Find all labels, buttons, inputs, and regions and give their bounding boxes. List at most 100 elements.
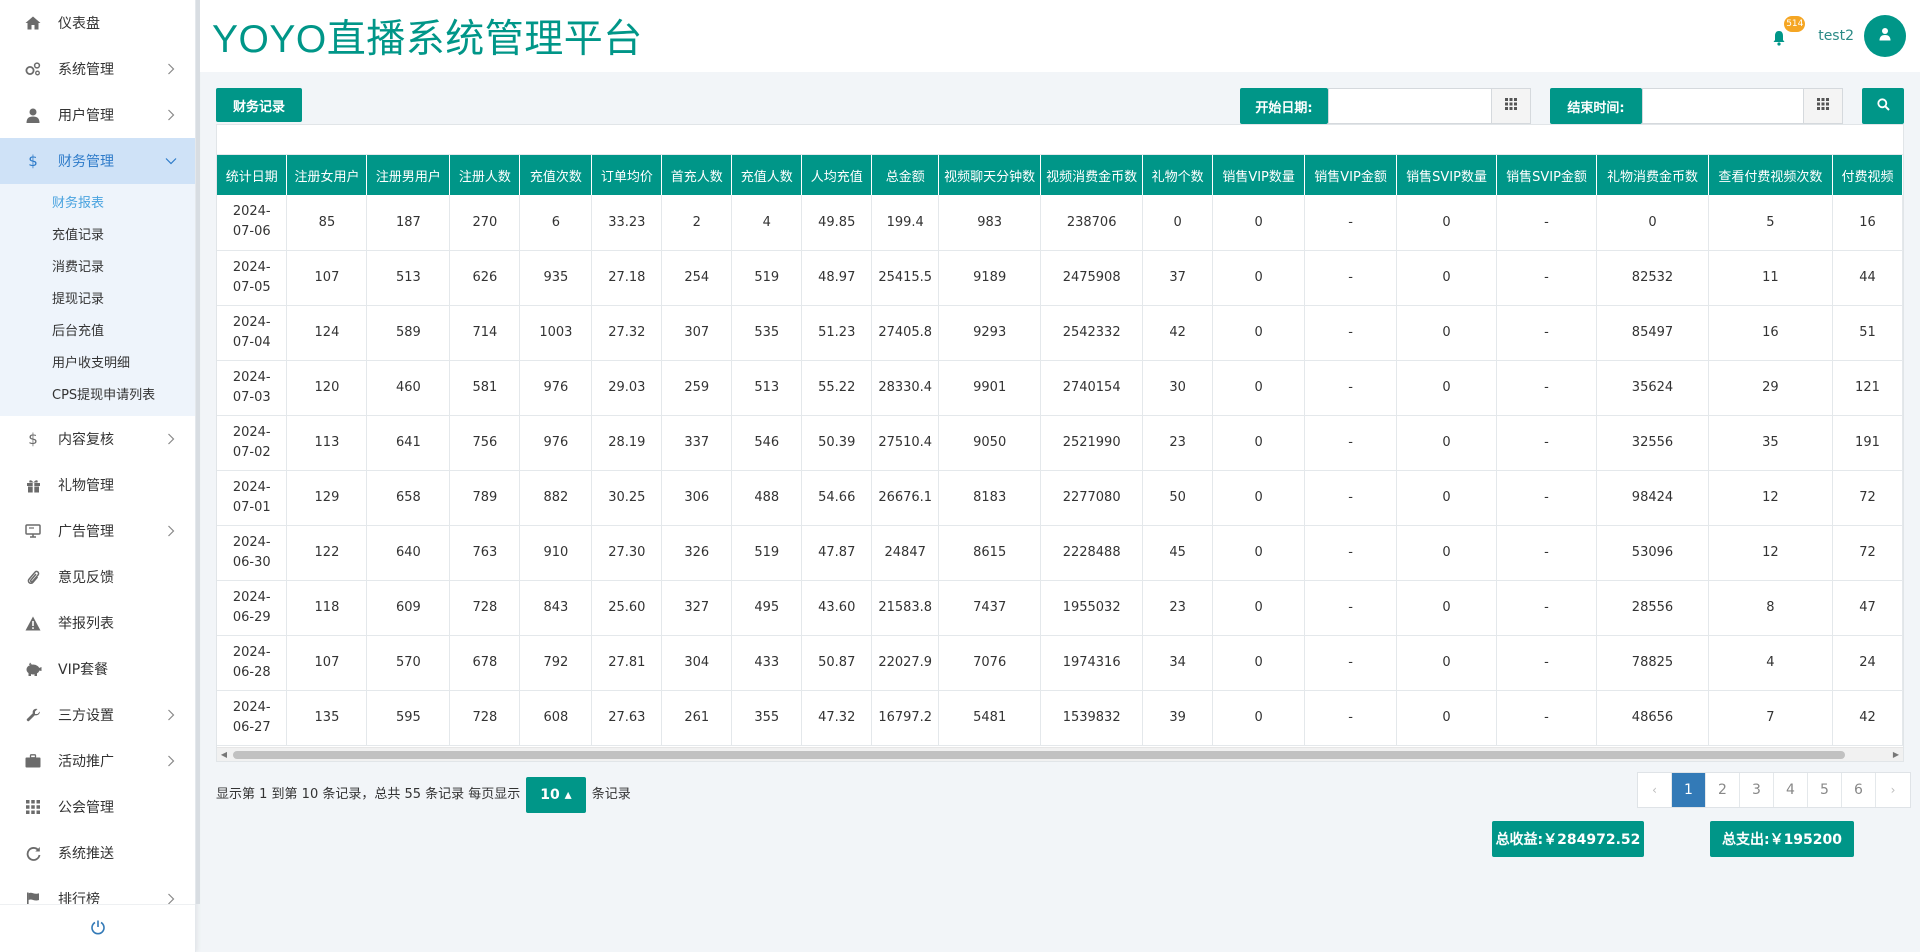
sidebar-subitem-4[interactable]: 后台充值 — [0, 316, 195, 348]
page-button[interactable]: 3 — [1740, 773, 1774, 807]
table-horizontal-scrollbar[interactable]: ◀ ▶ — [217, 747, 1903, 761]
sidebar-item-8[interactable]: 举报列表 — [0, 600, 195, 646]
table-cell: 24 — [1832, 635, 1903, 691]
table-cell: 2 — [661, 195, 733, 251]
end-date-input[interactable] — [1642, 88, 1804, 124]
table-cell: 259 — [661, 360, 733, 416]
column-header[interactable]: 充值人数 — [731, 155, 803, 195]
page-button[interactable]: 2 — [1706, 773, 1740, 807]
sidebar-item-12[interactable]: 公会管理 — [0, 784, 195, 830]
table-cell: 2740154 — [1040, 360, 1144, 416]
column-header[interactable]: 注册男用户 — [366, 155, 451, 195]
sidebar-item-3[interactable]: $ 财务管理 — [0, 138, 195, 184]
total-income-button[interactable]: 总收益:￥284972.52 — [1492, 821, 1644, 857]
table-cell: 33.23 — [591, 195, 663, 251]
sidebar-subitem-5[interactable]: 用户收支明细 — [0, 348, 195, 380]
username[interactable]: test2 — [1818, 28, 1854, 44]
column-header[interactable]: 礼物个数 — [1142, 155, 1214, 195]
sidebar-subitem-3[interactable]: 提现记录 — [0, 284, 195, 316]
column-header[interactable]: 人均充值 — [801, 155, 873, 195]
column-header[interactable]: 注册女用户 — [286, 155, 368, 195]
page-size-dropdown[interactable]: 10 ▴ — [526, 777, 586, 813]
sidebar-item-4[interactable]: $ 内容复核 — [0, 416, 195, 462]
page-button[interactable]: 4 — [1774, 773, 1808, 807]
sidebar-item-9[interactable]: VIP套餐 — [0, 646, 195, 692]
table-cell: 789 — [449, 470, 521, 526]
sidebar-item-label: 活动推广 — [58, 754, 114, 770]
table-cell: 8183 — [938, 470, 1042, 526]
column-header[interactable]: 视频聊天分钟数 — [938, 155, 1042, 195]
column-header[interactable]: 订单均价 — [591, 155, 663, 195]
table-cell: 546 — [731, 415, 803, 471]
column-header[interactable]: 视频消费金币数 — [1040, 155, 1144, 195]
sidebar-subitem-1[interactable]: 充值记录 — [0, 220, 195, 252]
sidebar-item-5[interactable]: 礼物管理 — [0, 462, 195, 508]
table-cell: 792 — [519, 635, 593, 691]
table-cell: 0 — [1396, 525, 1498, 581]
column-header[interactable]: 首充人数 — [661, 155, 733, 195]
next-page-button[interactable]: › — [1876, 773, 1910, 807]
table-cell: 28.19 — [591, 415, 663, 471]
sidebar-item-7[interactable]: 意见反馈 — [0, 554, 195, 600]
chevron-right-icon — [165, 709, 177, 721]
sidebar-item-0[interactable]: 仪表盘 — [0, 0, 195, 46]
table-cell: 728 — [449, 690, 521, 746]
finance-records-button[interactable]: 财务记录 — [216, 88, 302, 122]
sidebar-subitem-2[interactable]: 消费记录 — [0, 252, 195, 284]
scrollbar-thumb[interactable] — [233, 751, 1845, 759]
search-icon — [1876, 98, 1890, 114]
notification-bell[interactable]: 514 — [1772, 16, 1806, 46]
column-header[interactable]: 注册人数 — [449, 155, 521, 195]
search-button[interactable] — [1862, 88, 1904, 124]
sidebar-item-11[interactable]: 活动推广 — [0, 738, 195, 784]
start-date-input[interactable] — [1328, 88, 1492, 124]
sidebar-item-2[interactable]: 用户管理 — [0, 92, 195, 138]
table-cell: 626 — [449, 250, 521, 306]
prev-page-button[interactable]: ‹ — [1638, 773, 1672, 807]
sidebar-item-13[interactable]: 系统推送 — [0, 830, 195, 876]
sidebar-scrollbar[interactable] — [196, 0, 200, 904]
total-expense-button[interactable]: 总支出:￥195200 — [1710, 821, 1854, 857]
table-cell: 55.22 — [801, 360, 873, 416]
start-date-calendar-button[interactable] — [1491, 88, 1531, 124]
column-header[interactable]: 销售VIP金额 — [1304, 155, 1398, 195]
table-cell: 2024-07-05 — [217, 250, 288, 306]
column-header[interactable]: 查看付费视频次数 — [1708, 155, 1833, 195]
table-cell: 535 — [731, 305, 803, 361]
table-cell: 118 — [286, 580, 368, 636]
table-cell: 0 — [1212, 415, 1306, 471]
sidebar-subitem-0[interactable]: 财务报表 — [0, 188, 195, 220]
column-header[interactable]: 付费视频 — [1832, 155, 1903, 195]
sidebar-item-10[interactable]: 三方设置 — [0, 692, 195, 738]
sidebar-menu: 仪表盘 系统管理 用户管理 $ 财务管理 财务报表 充值记录 消费记录 提现记录 后台充值 用户收支… — [0, 0, 195, 922]
column-header[interactable]: 充值次数 — [519, 155, 593, 195]
column-header[interactable]: 销售SVIP数量 — [1396, 155, 1498, 195]
table-cell: 756 — [449, 415, 521, 471]
table-cell: 0 — [1212, 525, 1306, 581]
table-cell: 0 — [1396, 470, 1498, 526]
column-header[interactable]: 总金额 — [871, 155, 940, 195]
page-button[interactable]: 5 — [1808, 773, 1842, 807]
gift-icon — [24, 476, 42, 494]
table-cell: 7437 — [938, 580, 1042, 636]
scroll-left-arrow-icon[interactable]: ◀ — [217, 748, 231, 761]
table-cell: 2024-07-02 — [217, 415, 288, 471]
page-button[interactable]: 1 — [1672, 773, 1706, 807]
table-cell: 12 — [1708, 470, 1833, 526]
sidebar-item-6[interactable]: 广告管理 — [0, 508, 195, 554]
avatar[interactable] — [1864, 15, 1906, 57]
sidebar-subitem-6[interactable]: CPS提现申请列表 — [0, 380, 195, 412]
column-header[interactable]: 礼物消费金币数 — [1596, 155, 1709, 195]
page-button[interactable]: 6 — [1842, 773, 1876, 807]
sidebar-item-1[interactable]: 系统管理 — [0, 46, 195, 92]
column-header[interactable]: 销售SVIP金额 — [1496, 155, 1597, 195]
column-header[interactable]: 销售VIP数量 — [1212, 155, 1306, 195]
power-icon[interactable] — [90, 919, 106, 939]
user-icon — [1878, 27, 1892, 45]
table-cell: - — [1304, 250, 1398, 306]
table-cell: 47.32 — [801, 690, 873, 746]
sidebar-submenu: 财务报表 充值记录 消费记录 提现记录 后台充值 用户收支明细 CPS提现申请列表 — [0, 184, 195, 416]
end-date-calendar-button[interactable] — [1803, 88, 1843, 124]
scroll-right-arrow-icon[interactable]: ▶ — [1889, 748, 1903, 761]
column-header[interactable]: 统计日期 — [217, 155, 288, 195]
